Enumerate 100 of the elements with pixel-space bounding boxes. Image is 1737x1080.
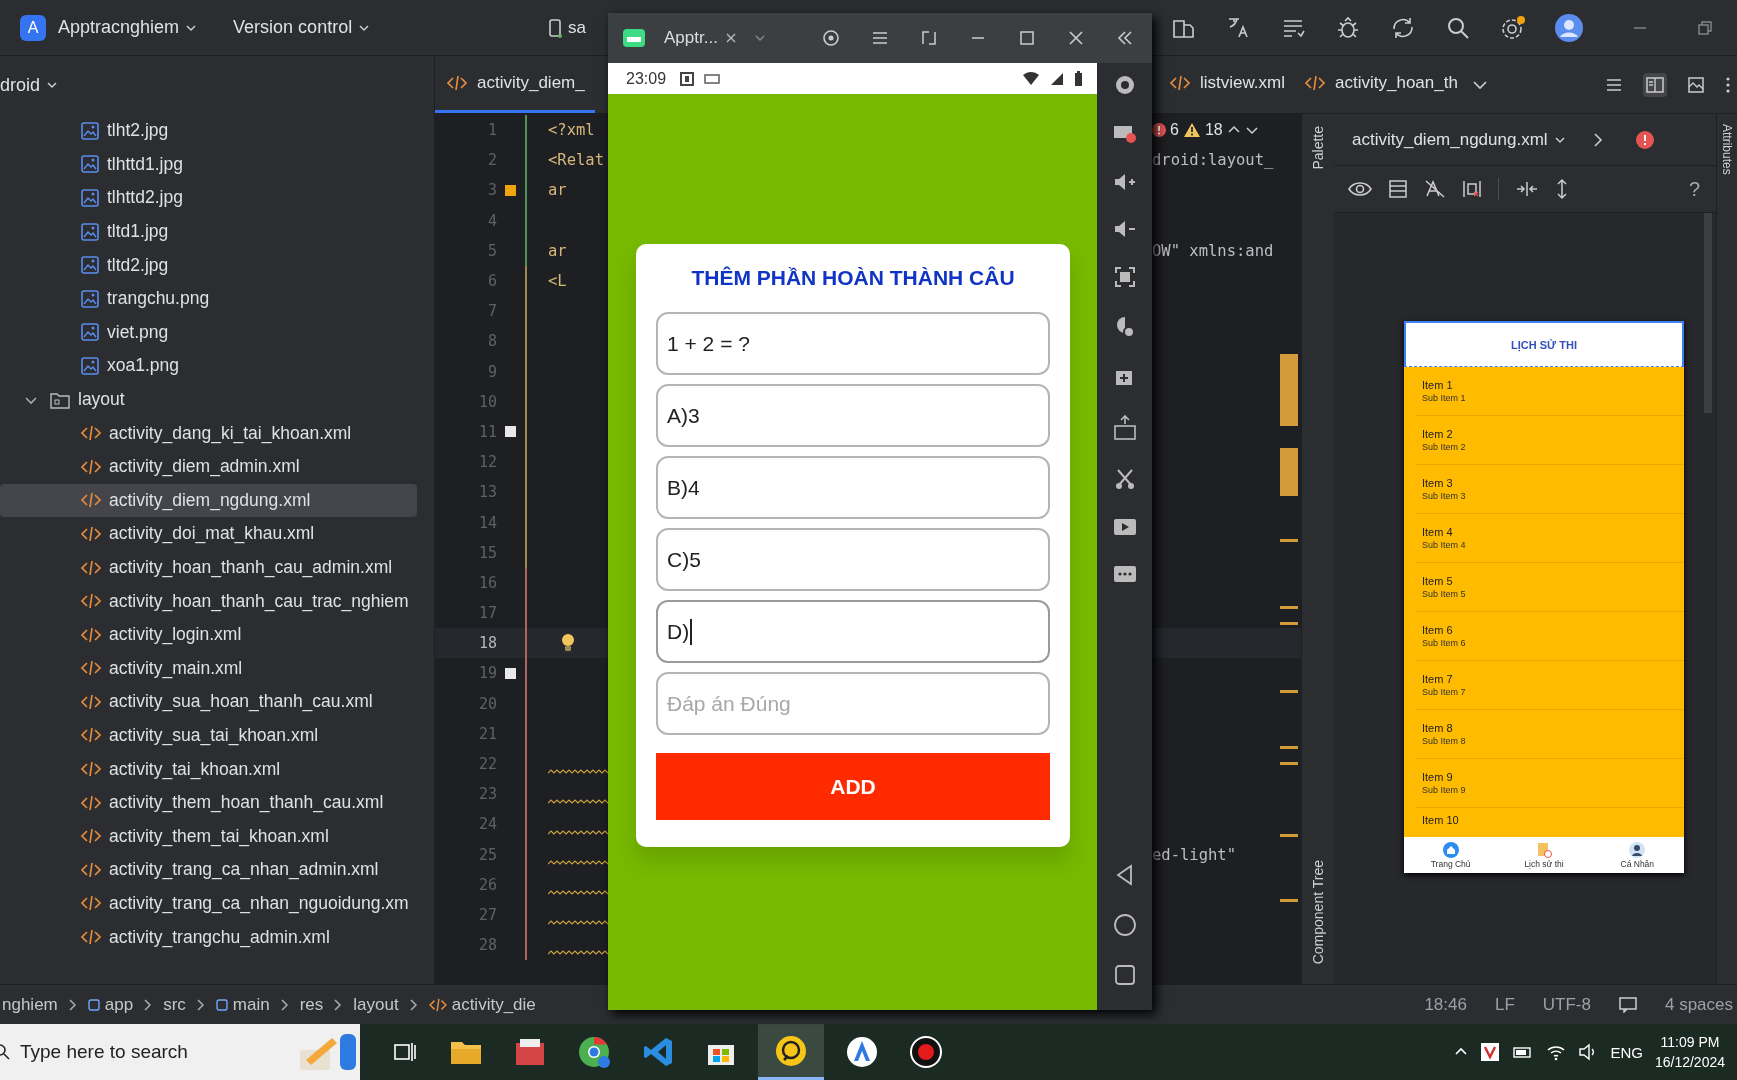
tree-item[interactable]: activity_trang_ca_nhan_admin.xml xyxy=(0,853,417,887)
tree-item[interactable]: layout xyxy=(0,382,417,417)
tree-item[interactable]: xoa1.png xyxy=(0,349,417,383)
tree-item[interactable]: tlht2.jpg xyxy=(0,114,417,148)
device-settings-icon[interactable] xyxy=(822,29,840,47)
warning-icon[interactable] xyxy=(1182,122,1201,139)
add-button[interactable]: ADD xyxy=(656,753,1050,820)
warning-count[interactable]: 18 xyxy=(1204,121,1223,140)
collapse-icon[interactable] xyxy=(1116,29,1134,47)
overview-icon[interactable] xyxy=(1113,964,1136,986)
breadcrumb-item[interactable]: app xyxy=(87,994,134,1015)
tree-item[interactable]: activity_sua_hoan_thanh_cau.xml xyxy=(0,685,417,719)
preview-nav-item[interactable]: Lịch sử thi xyxy=(1497,837,1591,873)
wifi-icon[interactable] xyxy=(1546,1043,1567,1061)
breadcrumb-item[interactable]: activity_die xyxy=(428,994,536,1015)
input-field[interactable]: 1 + 2 = ? xyxy=(656,312,1050,375)
cursor-position[interactable]: 18:46 xyxy=(1424,994,1467,1015)
error-count[interactable]: 6 xyxy=(1170,121,1179,140)
tree-item[interactable]: viet.png xyxy=(0,315,417,350)
constraint-icon[interactable] xyxy=(1462,179,1482,199)
language-indicator[interactable]: ENG xyxy=(1610,1043,1643,1061)
editor-tab[interactable]: activity_hoan_th xyxy=(1295,56,1468,113)
help-button[interactable]: ? xyxy=(1688,177,1700,201)
tree-item[interactable]: activity_diem_ngdung.xml xyxy=(0,483,417,518)
volume-down-icon[interactable] xyxy=(1112,219,1137,239)
tree-item[interactable]: activity_dang_ki_tai_khoan.xml xyxy=(0,416,417,450)
tree-item[interactable]: activity_trangchu_admin.xml xyxy=(0,920,417,954)
device-selector[interactable]: sa xyxy=(568,17,586,38)
menu-icon[interactable] xyxy=(871,29,889,47)
clock-time[interactable]: 11:09 PM xyxy=(1660,1032,1720,1052)
screenshot-icon[interactable] xyxy=(1113,266,1136,288)
settings-icon[interactable] xyxy=(1500,14,1526,41)
close-icon[interactable] xyxy=(725,33,736,43)
tree-item[interactable]: activity_sua_tai_khoan.xml xyxy=(0,718,417,753)
record-icon[interactable] xyxy=(910,1036,942,1068)
tree-item[interactable]: tltd1.jpg xyxy=(0,214,417,249)
maximize-icon[interactable] xyxy=(1018,29,1036,47)
scrollbar[interactable] xyxy=(1704,213,1712,413)
volume-up-icon[interactable] xyxy=(1112,172,1137,192)
editor-tab[interactable]: listview.xml xyxy=(1160,56,1295,113)
apk-icon[interactable] xyxy=(1112,415,1137,441)
tree-item[interactable]: activity_main.xml xyxy=(0,651,417,686)
video-icon[interactable] xyxy=(1112,517,1137,537)
palette-tab[interactable]: Palette xyxy=(1310,126,1326,170)
scissors-icon[interactable] xyxy=(1113,468,1136,490)
error-icon[interactable] xyxy=(1635,130,1654,149)
tree-item[interactable]: activity_trang_ca_nhan_nguoidung.xm xyxy=(0,886,417,921)
line-ending[interactable]: LF xyxy=(1494,994,1515,1015)
hide-text-icon[interactable] xyxy=(1424,179,1446,199)
lightbulb-icon[interactable] xyxy=(560,633,576,654)
split-view-icon[interactable] xyxy=(1643,72,1667,97)
tree-item[interactable]: activity_them_tai_khoan.xml xyxy=(0,819,417,854)
vertical-arrows-icon[interactable] xyxy=(1555,178,1569,200)
input-field[interactable]: D) xyxy=(656,600,1050,663)
vcs-menu[interactable]: Version control xyxy=(225,13,379,42)
attributes-tab[interactable]: Attributes xyxy=(1720,124,1734,175)
restore-icon[interactable] xyxy=(1697,19,1713,36)
comment-icon[interactable] xyxy=(1618,996,1637,1013)
layers-icon[interactable] xyxy=(1388,179,1408,199)
power-icon[interactable] xyxy=(1113,74,1136,96)
tree-item[interactable]: tlhttd1.jpg xyxy=(0,147,417,182)
preview-nav-item[interactable]: Cá Nhân xyxy=(1590,837,1684,873)
breadcrumb-item[interactable]: src xyxy=(163,994,186,1015)
project-menu[interactable]: Apptracnghiem xyxy=(50,13,206,42)
design-view-icon[interactable] xyxy=(1687,75,1705,94)
emulator-tab[interactable]: Apptr... xyxy=(656,28,744,48)
eye-icon[interactable] xyxy=(1348,179,1372,199)
clock-date[interactable]: 16/12/2024 xyxy=(1654,1052,1725,1072)
breadcrumb-item[interactable]: layout xyxy=(353,994,399,1015)
project-view-selector[interactable]: droid xyxy=(0,74,59,96)
code-editor-icon[interactable] xyxy=(642,1036,674,1068)
tree-item[interactable]: activity_them_hoan_thanh_cau.xml xyxy=(0,785,417,820)
preview-nav-item[interactable]: Trang Chủ xyxy=(1404,837,1498,873)
breadcrumb-item[interactable]: nghiem xyxy=(2,994,58,1015)
device-icon[interactable] xyxy=(548,17,562,38)
indent-setting[interactable]: 4 spaces xyxy=(1664,994,1733,1015)
input-field[interactable]: A)3 xyxy=(656,384,1050,447)
component-tree-tab[interactable]: Component Tree xyxy=(1310,859,1326,964)
more-icon[interactable] xyxy=(1725,75,1731,94)
project-badge[interactable]: A xyxy=(20,14,46,41)
file-encoding[interactable]: UTF-8 xyxy=(1542,994,1591,1015)
input-field[interactable]: B)4 xyxy=(656,456,1050,519)
tree-item[interactable]: activity_doi_mat_khau.xml xyxy=(0,517,417,551)
tree-item[interactable]: activity_tai_khoan.xml xyxy=(0,752,417,786)
resize-icon[interactable] xyxy=(920,29,938,47)
tree-item[interactable]: activity_diem_admin.xml xyxy=(0,449,417,484)
chevron-right-icon[interactable] xyxy=(1591,131,1604,148)
input-field[interactable]: C)5 xyxy=(656,528,1050,591)
bug-icon[interactable] xyxy=(1335,14,1361,41)
tree-item[interactable]: tlhttd2.jpg xyxy=(0,181,417,215)
tree-item[interactable]: activity_login.xml xyxy=(0,617,417,652)
tree-item[interactable]: tltd2.jpg xyxy=(0,248,417,282)
tree-item[interactable]: activity_hoan_thanh_cau_trac_nghiem xyxy=(0,584,417,618)
avatar-icon[interactable] xyxy=(1555,13,1583,42)
breadcrumb-item[interactable]: res xyxy=(299,994,324,1015)
tree-item[interactable]: activity_hoan_thanh_cau_admin.xml xyxy=(0,550,417,585)
home-icon[interactable] xyxy=(1112,913,1137,937)
layout-file-selector[interactable]: activity_diem_ngdung.xml xyxy=(1352,129,1566,150)
error-icon[interactable] xyxy=(1152,123,1166,138)
horizontal-arrows-icon[interactable] xyxy=(1515,179,1539,199)
